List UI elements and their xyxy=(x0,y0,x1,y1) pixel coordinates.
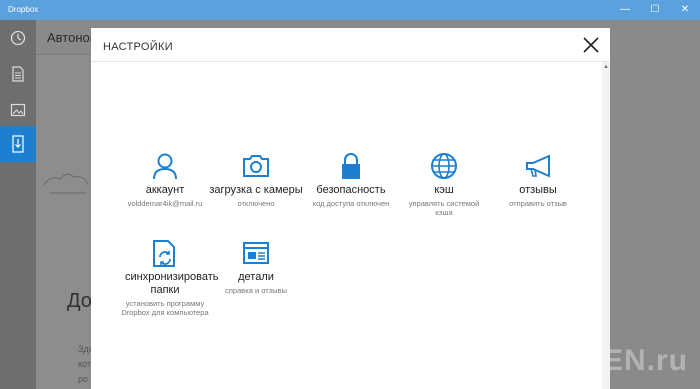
window-title: Dropbox xyxy=(8,5,39,14)
details-icon xyxy=(243,242,269,264)
maximize-button[interactable]: ☐ xyxy=(640,0,670,20)
tile-camera-upload-label: загрузка с камеры xyxy=(209,184,303,196)
tile-details-sub: справка и отзывы xyxy=(225,286,287,295)
settings-dialog: НАСТРОЙКИ ▲ аккаунт volddemar4ik@mail.ru… xyxy=(91,28,610,389)
tile-sync-folders-sub: установить программу Dropbox для компьют… xyxy=(121,299,209,317)
clock-icon xyxy=(10,30,26,46)
person-icon xyxy=(153,153,177,180)
title-bar: Dropbox — ☐ ✕ xyxy=(0,0,700,20)
camera-icon xyxy=(243,155,269,177)
tile-security[interactable]: безопасность код доступа отключен xyxy=(303,151,399,208)
download-phone-icon xyxy=(12,135,24,153)
background-text-line-3: ро xyxy=(78,374,89,384)
close-window-button[interactable]: ✕ xyxy=(670,0,700,20)
tile-account-sub: volddemar4ik@mail.ru xyxy=(127,199,203,208)
tile-cache-sub: управлять системой кэша xyxy=(408,199,480,217)
lock-icon xyxy=(342,153,360,179)
background-list-column xyxy=(36,55,92,389)
tile-sync-folders[interactable]: синхронизировать папки установить програ… xyxy=(117,238,219,317)
background-divider xyxy=(36,54,92,55)
tile-security-sub: код доступа отключен xyxy=(312,199,390,208)
tile-details-label: детали xyxy=(238,271,274,283)
tile-security-label: безопасность xyxy=(316,184,386,196)
tile-camera-upload[interactable]: загрузка с камеры отключено xyxy=(208,151,304,208)
photo-icon xyxy=(10,103,26,117)
nav-rail xyxy=(0,20,36,389)
rail-offline[interactable] xyxy=(0,126,36,162)
tile-cache-label: кэш xyxy=(434,184,454,196)
tile-feedback-sub: отправить отзыв xyxy=(509,199,567,208)
tile-details[interactable]: детали справка и отзывы xyxy=(208,238,304,295)
scroll-up-arrow[interactable]: ▲ xyxy=(603,64,609,70)
tile-account-label: аккаунт xyxy=(145,184,185,196)
tile-account[interactable]: аккаунт volddemar4ik@mail.ru xyxy=(117,151,213,208)
globe-icon xyxy=(431,153,457,179)
sync-folder-icon xyxy=(153,240,175,267)
document-icon xyxy=(12,66,24,82)
minimize-button[interactable]: — xyxy=(610,0,640,20)
megaphone-icon xyxy=(526,154,550,178)
scrollbar[interactable] xyxy=(602,62,610,389)
tile-feedback-label: отзывы xyxy=(519,184,557,196)
rail-files[interactable] xyxy=(0,56,36,92)
dialog-separator xyxy=(91,61,610,62)
close-icon[interactable] xyxy=(582,36,600,54)
dialog-title: НАСТРОЙКИ xyxy=(103,41,173,53)
tile-sync-folders-label: синхронизировать папки xyxy=(125,271,219,296)
tile-feedback[interactable]: отзывы отправить отзыв xyxy=(490,151,586,208)
tile-cache[interactable]: кэш управлять системой кэша xyxy=(396,151,492,217)
rail-recent[interactable] xyxy=(0,20,36,56)
cloud-illustration xyxy=(43,173,89,194)
rail-photos[interactable] xyxy=(0,92,36,128)
tile-camera-upload-sub: отключено xyxy=(237,199,275,208)
